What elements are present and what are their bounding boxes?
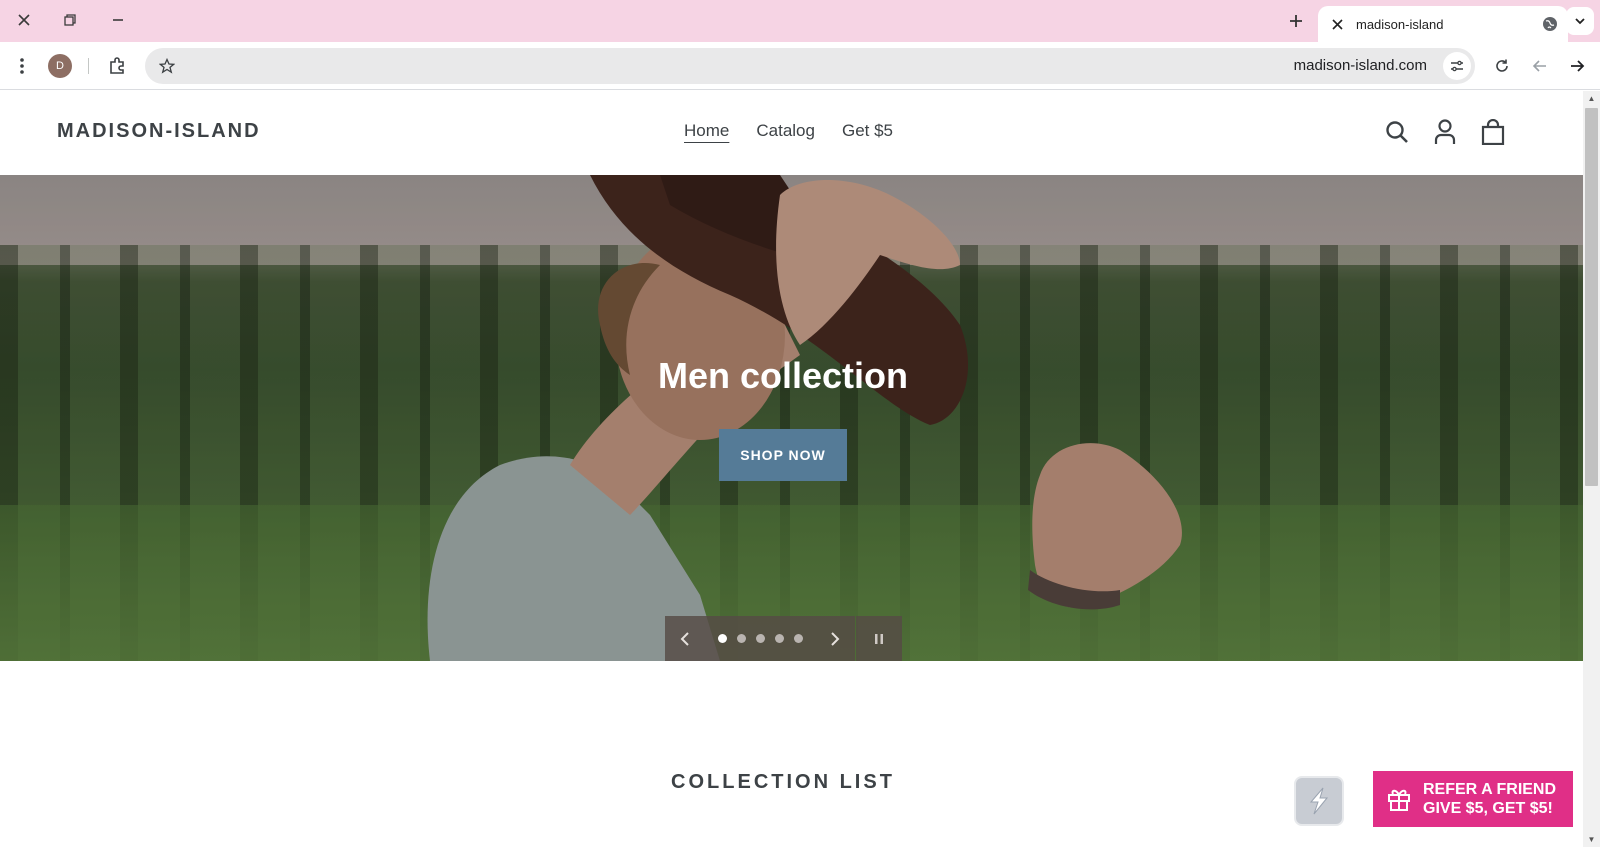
refer-line-2: GIVE $5, GET $5!	[1423, 800, 1553, 817]
scroll-down-arrow-icon[interactable]: ▼	[1587, 835, 1596, 844]
slide-dots	[718, 634, 803, 643]
slideshow-controls	[665, 616, 902, 661]
reload-icon[interactable]	[1488, 52, 1516, 80]
search-icon[interactable]	[1384, 118, 1410, 146]
back-arrow-icon[interactable]	[1526, 52, 1554, 80]
previous-slide-chevron-left-icon[interactable]	[675, 629, 695, 649]
page-scrollbar[interactable]: ▲ ▼	[1583, 91, 1600, 847]
tab-close-icon[interactable]	[1328, 15, 1346, 33]
hero-slideshow: Men collection SHOP NOW	[0, 175, 1583, 661]
rewards-widget-icon[interactable]	[1294, 776, 1344, 826]
site-header: MADISON-ISLAND Home Catalog Get $5	[0, 91, 1583, 175]
tab-title: madison-island	[1356, 16, 1444, 32]
new-tab-icon[interactable]	[1282, 7, 1310, 35]
next-slide-chevron-right-icon[interactable]	[825, 629, 845, 649]
minimize-window-icon[interactable]	[104, 6, 132, 34]
slide-dot-5[interactable]	[794, 634, 803, 643]
site-logo[interactable]: MADISON-ISLAND	[57, 120, 261, 143]
nav-catalog[interactable]: Catalog	[756, 121, 815, 141]
scroll-up-arrow-icon[interactable]: ▲	[1587, 94, 1596, 103]
slide-dot-1[interactable]	[718, 634, 727, 643]
nav-get-5[interactable]: Get $5	[842, 121, 893, 141]
cart-bag-icon[interactable]	[1480, 118, 1506, 146]
slide-dot-3[interactable]	[756, 634, 765, 643]
hero-title: Men collection	[657, 355, 909, 396]
forward-arrow-icon[interactable]	[1563, 52, 1591, 80]
slide-dot-2[interactable]	[737, 634, 746, 643]
extensions-puzzle-icon[interactable]	[103, 52, 131, 80]
refer-text: REFER A FRIEND GIVE $5, GET $5!	[1423, 780, 1556, 818]
header-actions	[1384, 118, 1506, 146]
browser-titlebar: madison-island	[0, 0, 1600, 42]
pause-slideshow-icon[interactable]	[856, 616, 902, 661]
tab-search-chevron-down-icon[interactable]	[1566, 7, 1594, 35]
bookmark-star-icon[interactable]	[157, 56, 177, 76]
scrollbar-thumb[interactable]	[1585, 108, 1598, 486]
globe-icon	[1542, 16, 1558, 32]
account-user-icon[interactable]	[1432, 118, 1458, 146]
toolbar-divider	[88, 58, 89, 74]
close-window-icon[interactable]	[10, 6, 38, 34]
main-nav: Home Catalog Get $5	[684, 121, 893, 141]
nav-home[interactable]: Home	[684, 121, 729, 141]
slideshow-nav	[665, 616, 855, 661]
refer-a-friend-button[interactable]: REFER A FRIEND GIVE $5, GET $5!	[1373, 771, 1573, 827]
shop-now-button[interactable]: SHOP NOW	[719, 429, 847, 481]
gift-icon	[1385, 785, 1413, 813]
slide-dot-4[interactable]	[775, 634, 784, 643]
site-settings-tune-icon[interactable]	[1443, 52, 1471, 80]
browser-tab[interactable]: madison-island	[1318, 6, 1568, 42]
page-viewport: MADISON-ISLAND Home Catalog Get $5 Men c…	[0, 91, 1583, 847]
url-text[interactable]: madison-island.com	[1294, 57, 1427, 74]
address-bar[interactable]: madison-island.com	[145, 48, 1475, 84]
hero-overlay	[0, 175, 1583, 661]
browser-toolbar: D madison-island.com	[0, 42, 1600, 90]
profile-avatar[interactable]: D	[48, 54, 72, 78]
more-menu-icon[interactable]	[8, 52, 36, 80]
restore-window-icon[interactable]	[56, 6, 84, 34]
refer-line-1: REFER A FRIEND	[1423, 781, 1557, 798]
